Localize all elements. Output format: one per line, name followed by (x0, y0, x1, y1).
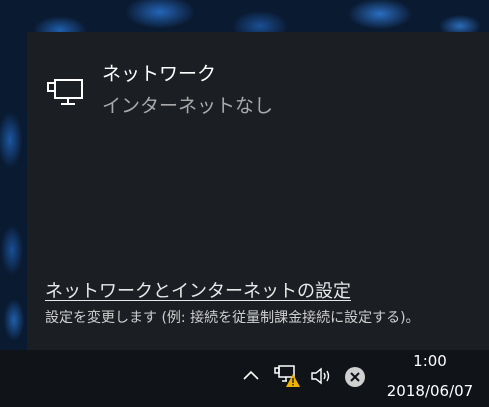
settings-description: 設定を変更します (例: 接続を従量制課金接続に設定する)。 (45, 310, 420, 326)
wired-network-icon (47, 79, 83, 105)
network-settings-link[interactable]: ネットワークとインターネットの設定 (45, 277, 351, 303)
clock-date[interactable]: 2018/06/07 (380, 382, 480, 400)
volume-icon[interactable] (310, 366, 334, 386)
network-status: インターネットなし (102, 95, 274, 117)
network-name[interactable]: ネットワーク (102, 59, 216, 86)
network-warning-icon[interactable] (274, 364, 300, 388)
chevron-up-icon[interactable] (241, 368, 261, 382)
close-circle-icon[interactable] (344, 366, 366, 388)
clock-time[interactable]: 1:00 (400, 352, 460, 370)
